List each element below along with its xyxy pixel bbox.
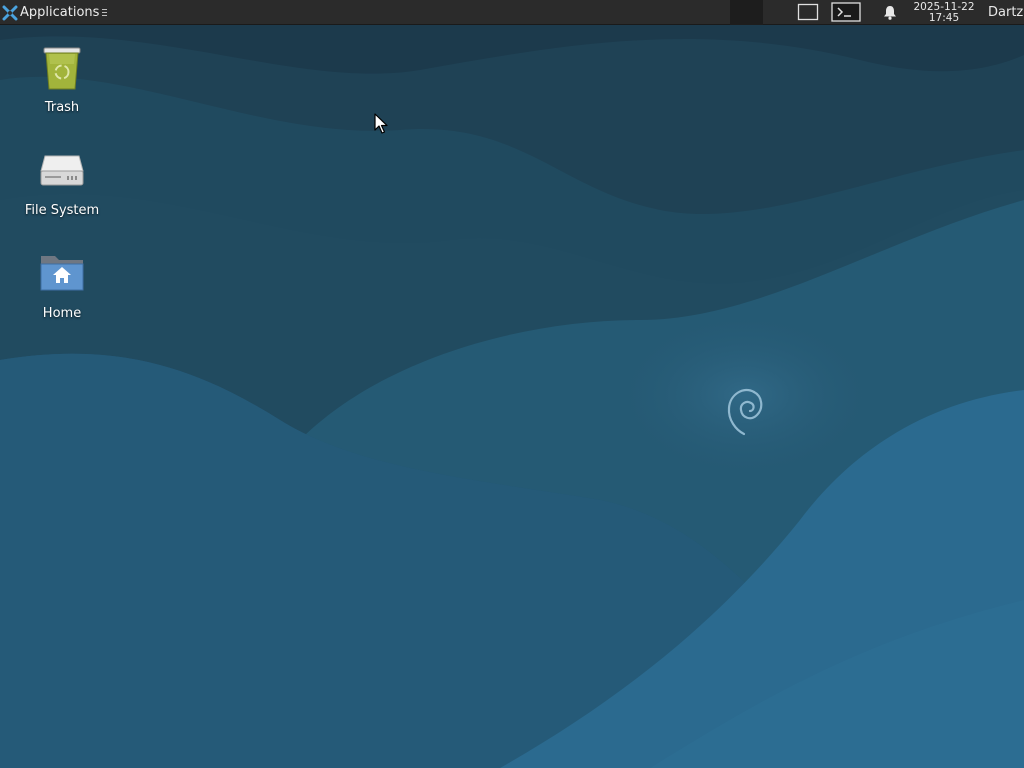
applications-menu-button[interactable]: Applications xyxy=(0,0,112,25)
desktop-icon-label: Home xyxy=(42,306,82,321)
applications-menu-label: Applications xyxy=(20,5,100,20)
user-menu[interactable]: Dartz xyxy=(988,0,1023,25)
terminal-launcher-button[interactable] xyxy=(831,1,861,23)
clock-date: 2025-11-22 xyxy=(913,0,975,13)
wallpaper xyxy=(0,0,1024,768)
desktop-icon-trash[interactable]: Trash xyxy=(12,44,112,115)
drive-icon xyxy=(40,155,84,186)
trash-icon xyxy=(43,47,81,90)
home-folder-icon xyxy=(40,256,84,291)
desktop[interactable]: Applications 2025-11-22 17:45 Dartz Tras… xyxy=(0,0,1024,768)
user-name: Dartz xyxy=(988,5,1024,20)
mouse-cursor-icon xyxy=(374,113,388,134)
top-panel: Applications 2025-11-22 17:45 Dartz xyxy=(0,0,1024,25)
menu-grip-icon xyxy=(102,9,108,16)
desktop-icon-home[interactable]: Home xyxy=(12,250,112,321)
desktop-icon-label: File System xyxy=(24,203,100,218)
bell-icon xyxy=(883,6,896,20)
desktop-icon-label: Trash xyxy=(44,100,80,115)
debian-swirl-logo xyxy=(727,388,763,436)
terminal-icon xyxy=(831,2,861,22)
window-icon xyxy=(797,3,819,21)
clock-time: 17:45 xyxy=(928,11,960,24)
show-desktop-button[interactable] xyxy=(797,2,819,22)
workspace-switcher[interactable] xyxy=(730,0,763,25)
panel-clock[interactable]: 2025-11-22 17:45 xyxy=(905,1,983,24)
notifications-button[interactable] xyxy=(881,4,898,21)
desktop-icon-file-system[interactable]: File System xyxy=(12,147,112,218)
xfce-logo-icon xyxy=(2,5,18,20)
